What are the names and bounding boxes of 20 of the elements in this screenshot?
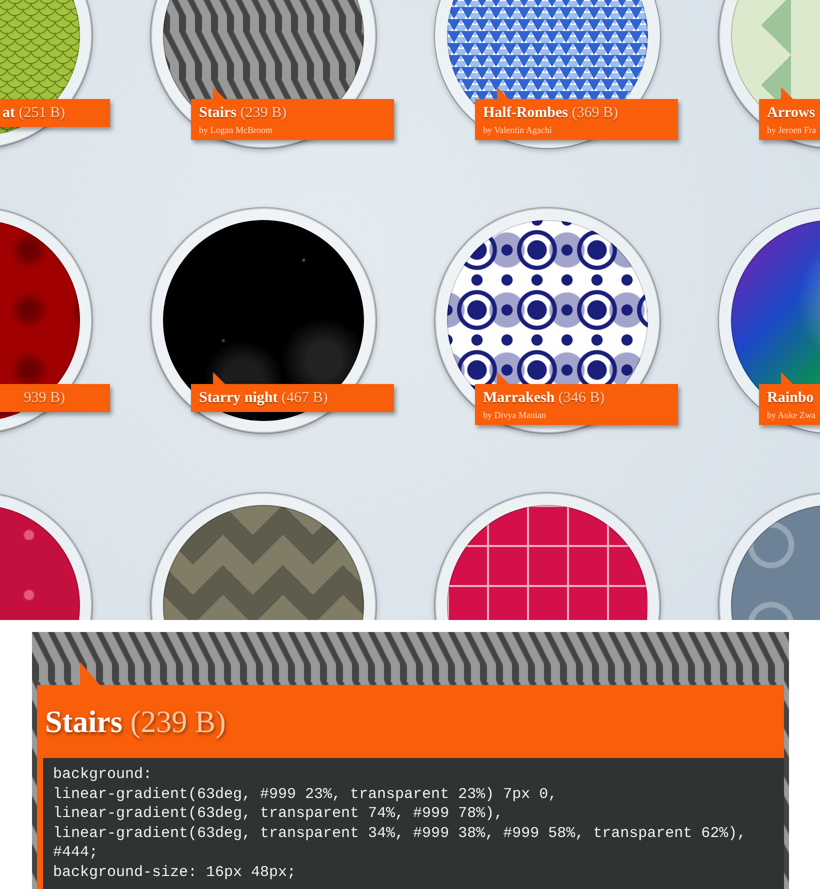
pattern-title[interactable]: Stairs (239 B) [199,105,386,122]
pattern-author: by Valentin Agachi [483,125,553,135]
pattern-author: by Jeroen Fra [767,125,817,135]
detail-title: Stairs (239 B) [45,704,226,740]
pattern-title[interactable]: at (251 B) [2,105,65,122]
code-line: background-size: 16px 48px; [53,862,298,882]
code-line: #444; [53,843,100,862]
pattern-title[interactable]: Half-Rombes (369 B) [483,105,670,122]
pattern-author: by Divya Manian [483,410,547,420]
pattern-title[interactable]: 939 B) [24,390,65,407]
code-line: linear-gradient(63deg, transparent 74%, #999 78%), [53,804,504,824]
code-line: background: [53,765,154,784]
pattern-author: by Logan McBroom [199,125,274,135]
pattern-title[interactable]: Rainbo [767,390,820,407]
pattern-author: by Auke Zwa [767,410,816,420]
pattern-title[interactable]: Arrows [767,105,820,122]
pattern-title[interactable]: Starry night (467 B) [199,390,386,407]
pattern-title[interactable]: Marrakesh (346 B) [483,390,670,407]
code-line: linear-gradient(63deg, #999 23%, transparent 23%) 7px 0, [53,784,558,804]
code-line: linear-gradient(63deg, transparent 34%, #999 38%, #999 58%, transparent 62%), [53,824,748,843]
